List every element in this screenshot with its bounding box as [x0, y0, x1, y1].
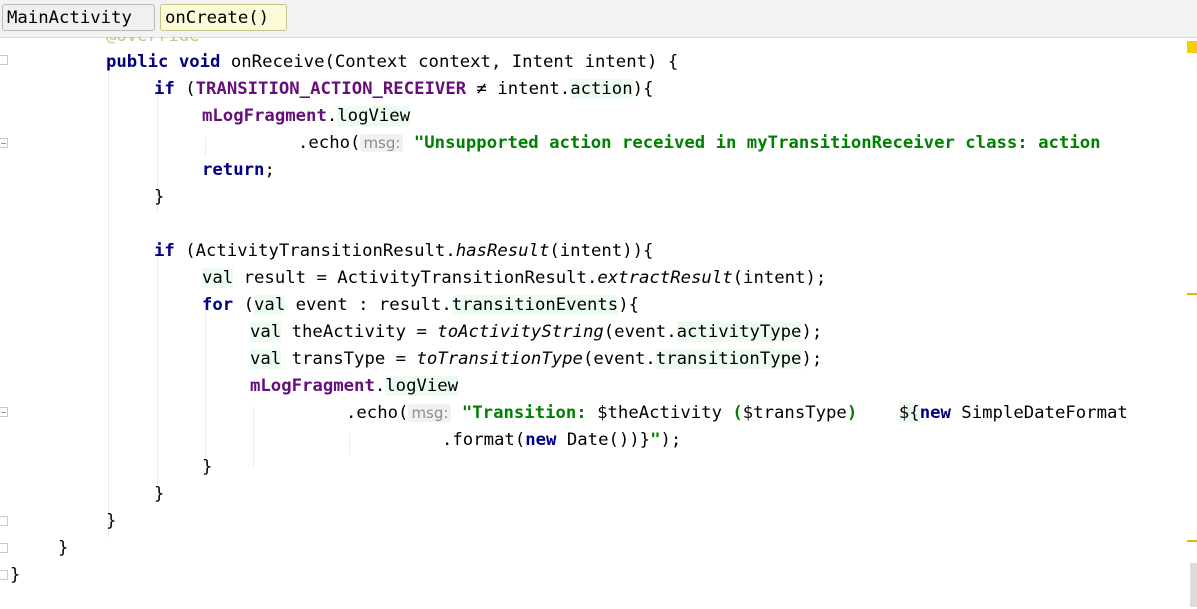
keyword: new — [919, 403, 951, 423]
code-text: .echo( — [298, 133, 361, 153]
code-text: theActivity = — [281, 322, 438, 342]
code-text: transType = — [281, 349, 417, 369]
code-text: ( — [174, 79, 196, 99]
template-variable: $transType — [742, 403, 847, 423]
string-literal: ( — [721, 403, 743, 423]
code-text: } — [58, 538, 69, 558]
property-ref: action — [570, 79, 633, 99]
code-text: .format( — [442, 430, 526, 450]
code-line: } — [0, 454, 1197, 481]
parameter-hint: msg: — [360, 134, 404, 152]
warning-stripe-mark[interactable] — [1187, 293, 1197, 295]
code-text: (intent); — [732, 268, 827, 288]
code-text: ); — [660, 430, 682, 450]
function-call: toTransitionType — [416, 349, 583, 369]
keyword: val — [250, 349, 282, 369]
code-line: } — [0, 535, 1197, 562]
breadcrumb: MainActivity onCreate() — [0, 0, 1197, 38]
code-line: val transType = toTransitionType(event.t… — [0, 346, 1197, 373]
annotation-text: @Override — [106, 37, 200, 46]
field-ref: mLogFragment — [202, 106, 327, 126]
code-text: ≠ intent. — [466, 79, 571, 99]
code-text: (event. — [603, 322, 677, 342]
warning-indicator-icon[interactable] — [1187, 41, 1197, 53]
code-line: } — [0, 562, 1197, 589]
parameter-hint: msg: — [408, 404, 452, 422]
code-text: ( — [233, 295, 255, 315]
code-text: (ActivityTransitionResult. — [174, 241, 456, 261]
property-ref: logView — [337, 106, 411, 126]
property-ref: transitionEvents — [451, 295, 619, 315]
code-text: } — [154, 187, 165, 207]
code-line: return; — [0, 157, 1197, 184]
code-text: ); — [801, 349, 823, 369]
code-line: val theActivity = toActivityString(event… — [0, 319, 1197, 346]
code-line: val result = ActivityTransitionResult.ex… — [0, 265, 1197, 292]
property-ref: transitionType — [655, 349, 802, 369]
code-line: .format(new Date())}"); — [0, 427, 1197, 454]
breadcrumb-item-oncreate[interactable]: onCreate() — [160, 4, 287, 31]
code-text: } — [154, 484, 165, 504]
code-text: ; — [264, 160, 275, 180]
code-line: } — [0, 184, 1197, 211]
function-call: hasResult — [455, 241, 550, 261]
code-text: ); — [801, 322, 823, 342]
keyword: public void — [106, 52, 221, 72]
code-line: .echo(msg: "Unsupported action received … — [0, 130, 1197, 157]
keyword: val — [202, 268, 234, 288]
breadcrumb-item-mainactivity[interactable]: MainActivity — [2, 4, 155, 31]
string-literal: " — [650, 430, 661, 450]
code-line: public void onReceive(Context context, I… — [0, 49, 1197, 76]
function-call: toActivityString — [437, 322, 604, 342]
code-text: } — [202, 457, 213, 477]
code-text: } — [10, 565, 21, 585]
template-variable: $theActivity — [597, 403, 722, 423]
keyword: if — [154, 241, 175, 261]
keyword: val — [254, 295, 286, 315]
string-literal: ) — [846, 403, 899, 423]
code-text: .echo( — [346, 403, 409, 423]
code-line: if (ActivityTransitionResult.hasResult(i… — [0, 238, 1197, 265]
code-text: (intent)){ — [549, 241, 654, 261]
code-line: if (TRANSITION_ACTION_RECEIVER ≠ intent.… — [0, 76, 1197, 103]
code-text: ){ — [632, 79, 654, 99]
keyword: val — [250, 322, 282, 342]
code-text: } — [106, 511, 117, 531]
code-text: . — [374, 376, 386, 396]
code-text: ){ — [618, 295, 639, 315]
keyword: if — [154, 79, 175, 99]
field-ref: mLogFragment — [250, 376, 375, 396]
string-literal: "Transition: — [461, 403, 598, 423]
keyword: return — [202, 160, 265, 180]
code-text: SimpleDateFormat — [950, 403, 1128, 423]
code-line: for (val event : result.transitionEvents… — [0, 292, 1197, 319]
property-ref: logView — [385, 376, 459, 396]
code-text: Date())} — [556, 430, 651, 450]
code-text: . — [326, 106, 338, 126]
code-line: mLogFragment.logView — [0, 103, 1197, 130]
function-call: extractResult — [597, 268, 733, 288]
code-line: mLogFragment.logView — [0, 373, 1197, 400]
keyword: new — [525, 430, 557, 450]
template-expression: ${ — [898, 403, 920, 423]
constant-field: TRANSITION_ACTION_RECEIVER — [195, 79, 467, 99]
property-ref: activityType — [676, 322, 802, 342]
code-text: event : result. — [285, 295, 452, 315]
warning-stripe-mark[interactable] — [1187, 540, 1197, 542]
scrollbar-thumb[interactable] — [1190, 563, 1197, 607]
code-line: } — [0, 481, 1197, 508]
string-literal: "Unsupported action received in myTransi… — [413, 133, 1101, 153]
code-text: result = ActivityTransitionResult. — [233, 268, 598, 288]
code-editor[interactable]: @Override public void onReceive(Context … — [0, 37, 1197, 609]
code-text: onReceive(Context context, Intent intent… — [220, 52, 679, 72]
keyword: for — [202, 295, 234, 315]
code-text: (event. — [582, 349, 656, 369]
code-line: .echo(msg: "Transition: $theActivity ($t… — [0, 400, 1197, 427]
code-line: } — [0, 508, 1197, 535]
